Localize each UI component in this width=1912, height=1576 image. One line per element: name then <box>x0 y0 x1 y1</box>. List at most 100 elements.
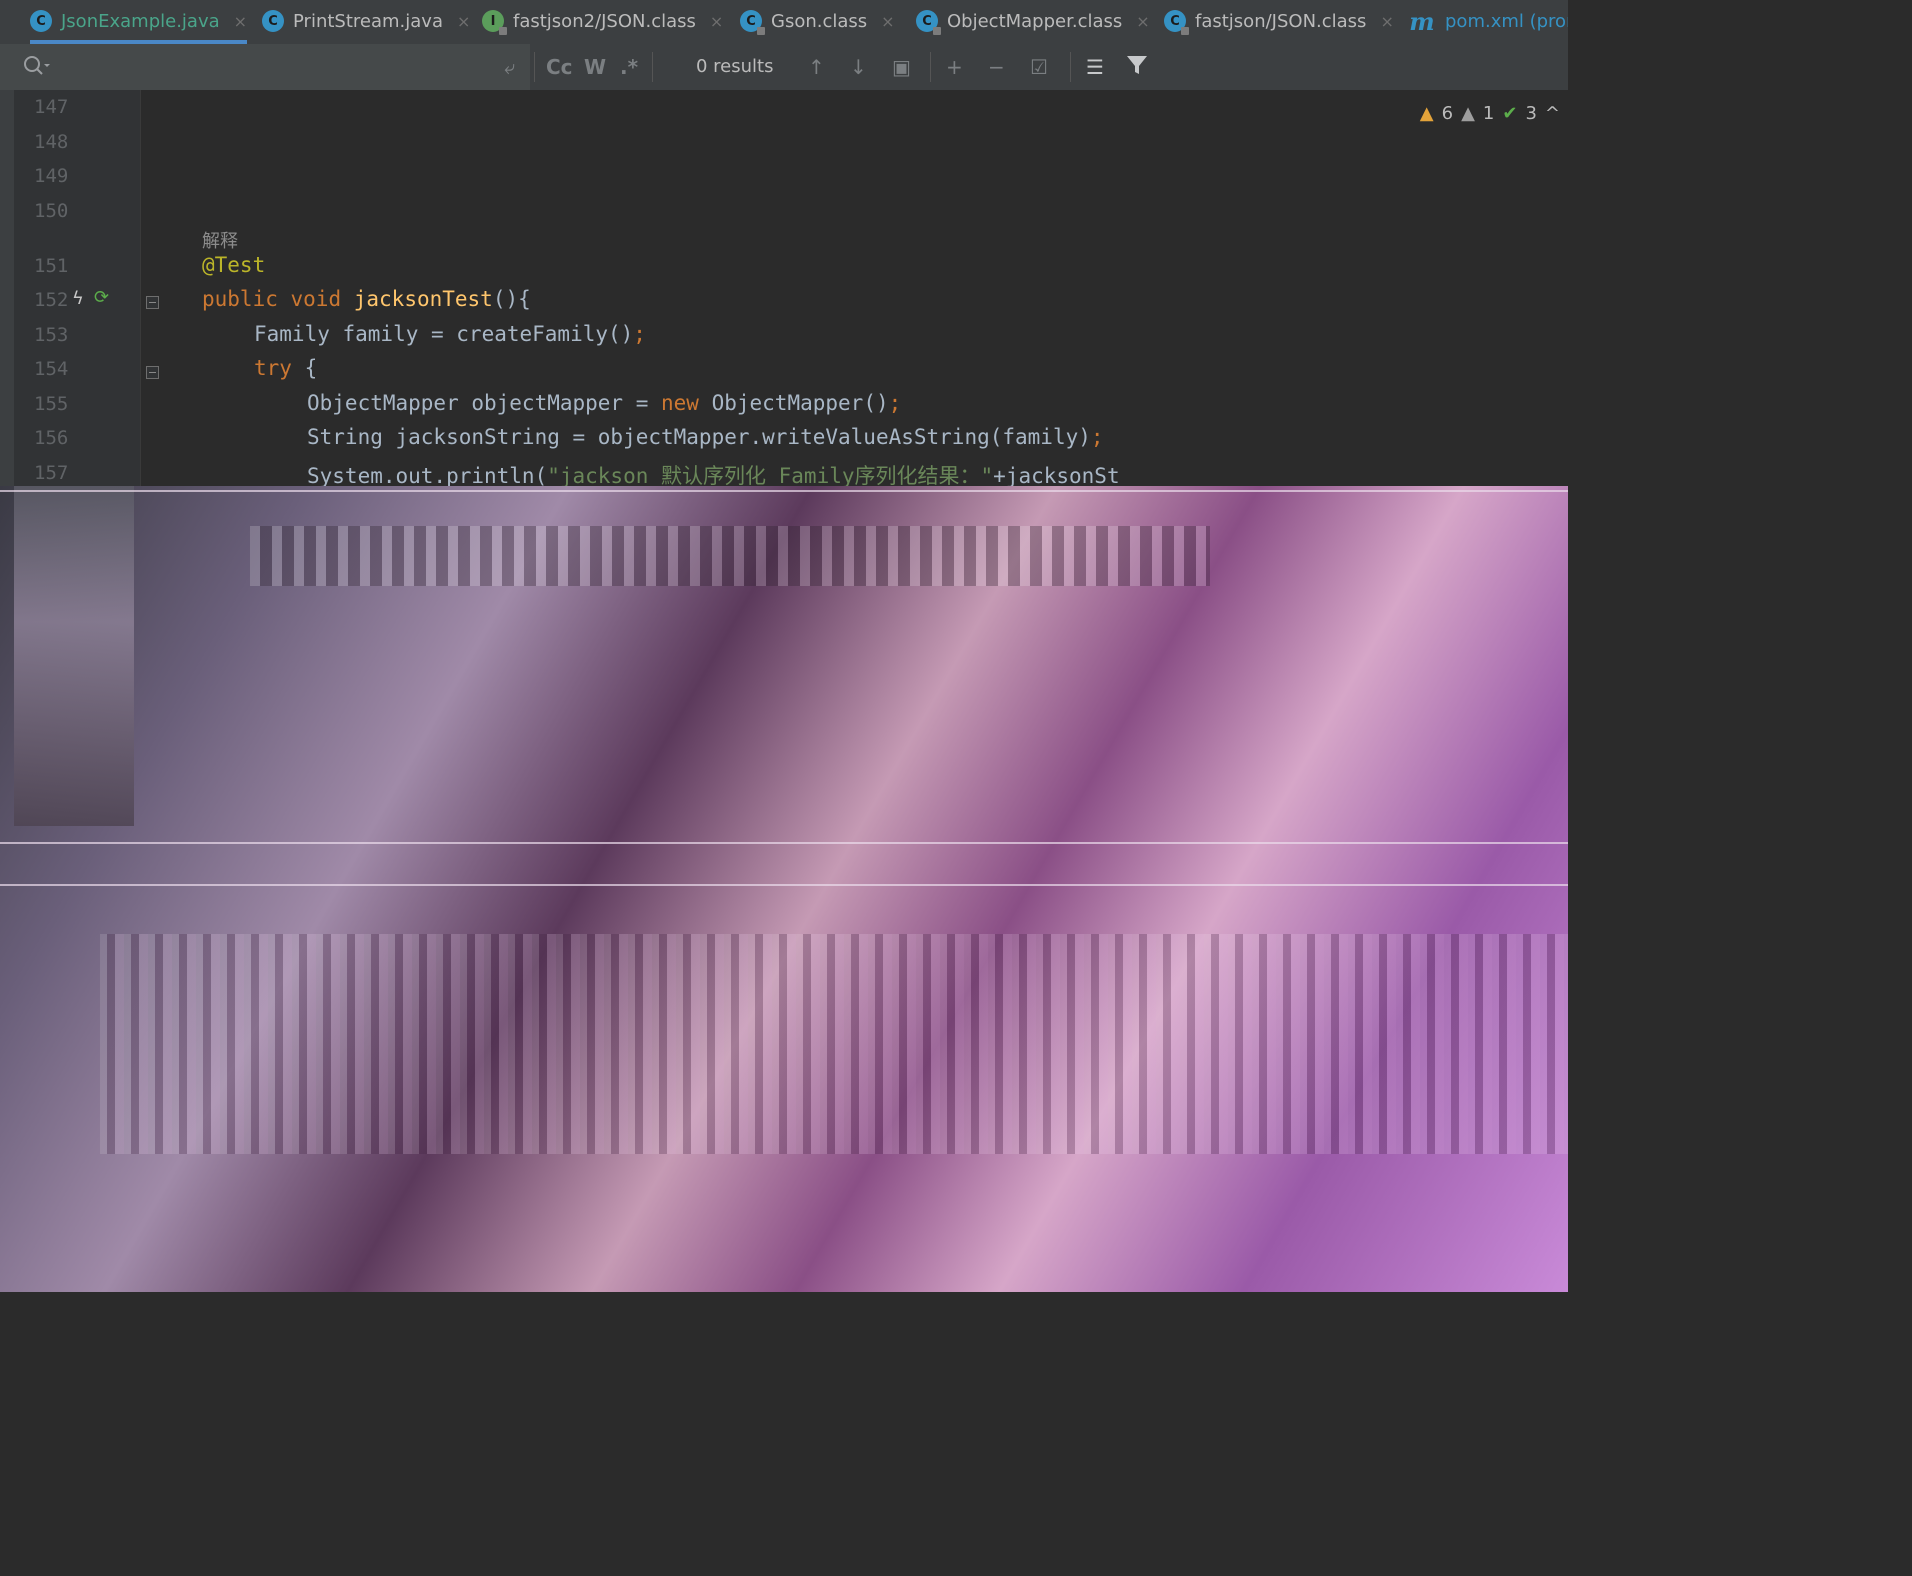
tab-label: fastjson2/JSON.class <box>513 10 696 32</box>
remove-occurrence-icon[interactable]: − <box>988 54 1005 80</box>
tab-label: PrintStream.java <box>293 10 443 32</box>
class-icon: C <box>30 10 52 32</box>
keyword: try <box>254 356 292 380</box>
obscured-console-output <box>100 934 1568 1154</box>
select-all-occurrences-icon[interactable]: ▣ <box>892 54 911 80</box>
add-occurrence-icon[interactable]: + <box>946 54 963 80</box>
chevron-up-icon[interactable]: ^ <box>1545 103 1560 124</box>
search-icon[interactable] <box>22 53 50 85</box>
code-text: (){ <box>492 287 531 311</box>
tab-pom-xml[interactable]: m pom.xml (prom <box>1408 0 1568 42</box>
annotation: @Test <box>202 253 266 277</box>
tab-label: fastjson/JSON.class <box>1195 10 1367 32</box>
keyword: new <box>661 391 699 415</box>
line-number: 150 <box>34 200 69 222</box>
string-literal: "jackson 默认序列化 Family序列化结果：" <box>547 464 994 488</box>
obscured-code-block <box>250 526 1210 586</box>
find-toolbar: ⤶ Cc W .* 0 results ↑ ↓ ▣ + − ☑ ☰ <box>0 44 1568 91</box>
code-line: public void jacksonTest(){ <box>202 287 531 311</box>
library-class-icon: C <box>1164 10 1189 35</box>
glitch-line <box>0 490 1568 492</box>
semicolon: ; <box>888 391 902 415</box>
weak-warning-icon: ▲ <box>1461 102 1475 124</box>
line-number: 149 <box>34 165 69 187</box>
fold-marker-icon[interactable] <box>146 366 159 379</box>
tab-label: Gson.class <box>771 10 868 32</box>
keyword: public <box>202 287 278 311</box>
separator <box>930 52 931 82</box>
close-icon[interactable]: × <box>457 12 470 31</box>
whole-words-toggle[interactable]: W <box>584 54 606 80</box>
code-line: Family family = createFamily(); <box>254 322 646 346</box>
lambda-icon[interactable]: ϟ <box>72 288 84 309</box>
previous-occurrence-icon[interactable]: ↑ <box>808 54 825 80</box>
separator <box>652 52 653 82</box>
code-line: String jacksonString = objectMapper.writ… <box>307 425 1104 449</box>
glitch-line <box>0 842 1568 844</box>
code-line: try { <box>254 356 317 380</box>
tab-fastjson2-json-class[interactable]: I fastjson2/JSON.class × <box>482 0 723 42</box>
line-number: 147 <box>34 96 69 118</box>
class-icon: C <box>262 10 284 32</box>
typo-check-icon: ✔ <box>1502 102 1518 124</box>
code-text: +jacksonSt <box>993 464 1120 488</box>
fold-marker-icon[interactable] <box>146 296 159 309</box>
close-icon[interactable]: × <box>1380 12 1393 31</box>
ide-window: C JsonExample.java × C PrintStream.java … <box>0 0 1568 1292</box>
tab-objectmapper-class[interactable]: C ObjectMapper.class × <box>916 0 1150 42</box>
find-results-count: 0 results <box>696 56 774 77</box>
code-text: ObjectMapper() <box>698 391 889 415</box>
regex-toggle[interactable]: .* <box>620 54 638 80</box>
inlay-hint[interactable]: 解释 <box>202 227 238 253</box>
line-number: 154 <box>34 358 69 380</box>
tab-gson-class[interactable]: C Gson.class × <box>740 0 895 42</box>
maven-icon: m <box>1409 6 1435 36</box>
line-number: 157 <box>34 462 69 484</box>
newline-icon[interactable]: ⤶ <box>504 54 515 80</box>
line-number: 152 <box>34 289 69 311</box>
line-number: 151 <box>34 255 69 277</box>
code-text: String jacksonString = objectMapper.writ… <box>307 425 1091 449</box>
line-number: 148 <box>34 131 69 153</box>
search-input[interactable] <box>0 44 530 90</box>
warning-icon: ▲ <box>1419 102 1434 124</box>
match-case-toggle[interactable]: Cc <box>546 54 573 80</box>
weak-warning-count: 1 <box>1482 102 1495 124</box>
keyword: void <box>290 287 342 311</box>
code-text: Family family = createFamily() <box>254 322 634 346</box>
separator <box>1070 52 1071 82</box>
editor-tab-bar: C JsonExample.java × C PrintStream.java … <box>0 0 1568 45</box>
inspection-widget[interactable]: ▲ 6 ▲ 1 ✔ 3 ^ <box>1420 100 1568 126</box>
interface-icon: I <box>482 10 507 35</box>
semicolon: ; <box>1090 425 1104 449</box>
filter-search-results-icon[interactable]: ☰ <box>1086 54 1104 80</box>
tab-label: ObjectMapper.class <box>947 10 1123 32</box>
close-icon[interactable]: × <box>234 12 247 31</box>
library-class-icon: C <box>740 10 765 35</box>
code-line: ObjectMapper objectMapper = new ObjectMa… <box>307 391 901 415</box>
line-number: 156 <box>34 427 69 449</box>
typo-count: 3 <box>1525 102 1537 124</box>
tab-fastjson-json-class[interactable]: C fastjson/JSON.class × <box>1164 0 1394 42</box>
line-number: 155 <box>34 393 69 415</box>
glitch-line <box>0 884 1568 886</box>
close-icon[interactable]: × <box>710 12 723 31</box>
filter-icon[interactable] <box>1126 54 1148 82</box>
code-line: @Test <box>202 253 265 277</box>
library-class-icon: C <box>916 10 941 35</box>
tab-jsonexample-java[interactable]: C JsonExample.java × <box>30 0 248 44</box>
method-name: jacksonTest <box>353 287 493 311</box>
tab-label: JsonExample.java <box>61 10 220 32</box>
close-icon[interactable]: × <box>1136 12 1149 31</box>
code-text: System.out.println( <box>307 464 548 488</box>
run-test-icon[interactable]: ⟳ <box>94 287 109 308</box>
tab-label: pom.xml (prom <box>1445 10 1568 32</box>
tab-printstream-java[interactable]: C PrintStream.java × <box>262 0 470 42</box>
code-text: { <box>291 356 318 380</box>
code-text: ObjectMapper objectMapper = <box>307 391 662 415</box>
separator <box>534 52 535 82</box>
next-occurrence-icon[interactable]: ↓ <box>850 54 867 80</box>
warning-count: 6 <box>1441 102 1454 124</box>
toggle-occurrence-icon[interactable]: ☑ <box>1030 54 1048 80</box>
close-icon[interactable]: × <box>881 12 894 31</box>
